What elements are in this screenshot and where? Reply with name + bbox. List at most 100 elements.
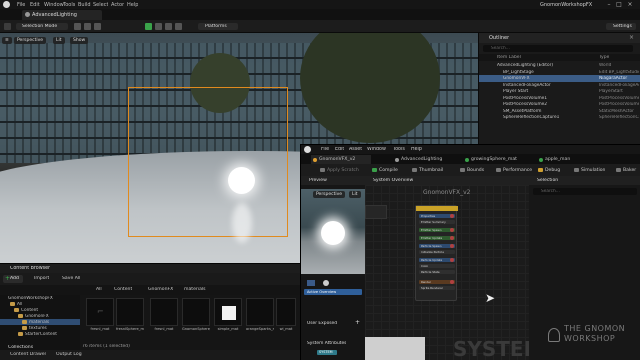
outliner-row[interactable]: SphereReflectionCapture1 SphereReflection… — [479, 114, 640, 121]
breadcrumb-gnomonfx[interactable]: GnomonFX — [148, 287, 173, 292]
node-row[interactable]: Particle State — [419, 270, 455, 274]
output-log-button[interactable]: Output Log — [56, 352, 82, 357]
skip-icon[interactable] — [155, 23, 162, 30]
asset-tile[interactable]: wi_mat — [276, 298, 296, 338]
toggle-icon[interactable] — [450, 236, 454, 240]
glowing-sphere[interactable] — [228, 167, 255, 194]
tree-node[interactable]: StarterContent — [0, 331, 80, 337]
tab-advancedlighting[interactable]: AdvancedLighting — [393, 155, 453, 164]
compile-button[interactable]: Compile — [371, 166, 398, 174]
content-drawer-button[interactable]: Content Drawer — [10, 352, 46, 357]
asset-tile[interactable]: simple_mat — [214, 298, 242, 338]
node-row[interactable]: Emitter Summary — [419, 220, 455, 224]
menu-file[interactable]: File — [17, 2, 25, 8]
niagara-menu-tools[interactable]: Tools — [393, 147, 405, 152]
viewport-menu-icon[interactable]: ≡ — [2, 37, 12, 44]
tab-growingsphere[interactable]: growingSphere_mat — [463, 155, 533, 164]
performance-button[interactable]: Performance — [495, 166, 532, 174]
lit-button[interactable]: Lit — [53, 37, 65, 44]
show-button[interactable]: Show — [70, 37, 89, 44]
selection-search-input[interactable]: Search... — [533, 188, 637, 195]
asset-tile[interactable]: fresnl_mat — [150, 298, 178, 338]
play-icon[interactable] — [145, 23, 152, 30]
toggle-icon[interactable] — [450, 214, 454, 218]
toggle-icon[interactable] — [450, 280, 454, 284]
menu-edit[interactable]: Edit — [30, 2, 40, 8]
toggle-icon[interactable] — [450, 258, 454, 262]
system-graph[interactable]: GnomonVFX_v2 Properties Emitter Summary … — [365, 185, 529, 360]
user-exposed-header[interactable]: User Exposed — [307, 321, 337, 326]
maximize-icon[interactable]: □ — [615, 1, 623, 8]
node-row[interactable]: Color — [419, 264, 455, 268]
niagara-menu-window[interactable]: Window — [367, 147, 386, 152]
selection-mode-button[interactable]: Selection Mode — [16, 23, 68, 30]
menu-help[interactable]: Help — [127, 2, 138, 8]
stop-icon[interactable] — [165, 23, 172, 30]
breadcrumb-content[interactable]: Content — [114, 287, 132, 292]
blueprint-icon[interactable] — [84, 23, 91, 30]
toggle-icon[interactable] — [450, 244, 454, 248]
add-actor-icon[interactable] — [74, 23, 81, 30]
node-row[interactable]: Properties — [419, 214, 455, 218]
outliner-search-input[interactable]: Search... — [483, 45, 633, 52]
apply-scratch-button[interactable]: Apply Scratch — [319, 166, 359, 174]
cinematics-icon[interactable] — [94, 23, 101, 30]
save-icon[interactable] — [4, 23, 11, 30]
preview-perspective-button[interactable]: Perspective — [313, 191, 346, 198]
active-overview-tab[interactable]: Active Overview — [304, 289, 362, 295]
tab-apple-man[interactable]: apple_man — [537, 155, 587, 164]
close-icon[interactable]: × — [629, 34, 634, 41]
menu-actor[interactable]: Actor — [111, 2, 124, 8]
unreal-logo-icon[interactable] — [3, 1, 10, 8]
node-row[interactable]: Particle Spawn — [419, 244, 455, 248]
asset-tile[interactable]: fresnlSphere_mat — [116, 298, 144, 338]
simulation-button[interactable]: Simulation — [573, 166, 605, 174]
asset-tile[interactable]: ⌐ fresnl_mat — [86, 298, 114, 338]
bounds-button[interactable]: Bounds — [459, 166, 484, 174]
system-attributes-header[interactable]: System Attributes — [307, 341, 346, 346]
settings-button[interactable]: Settings — [606, 23, 636, 30]
node-row[interactable]: Particle Update — [419, 258, 455, 262]
add-button[interactable]: Add + — [3, 275, 23, 283]
node-row[interactable]: Render — [419, 280, 455, 284]
menu-select[interactable]: Select — [93, 2, 108, 8]
toggle-icon[interactable] — [450, 228, 454, 232]
preview-viewport[interactable]: Perspective Lit — [301, 189, 365, 274]
debug-button[interactable]: Debug — [537, 166, 560, 174]
emitter-node[interactable]: Properties Emitter Summary Emitter Spawn… — [415, 205, 458, 301]
save-all-button[interactable]: Save All — [62, 276, 80, 281]
asset-tile[interactable]: orangeSparks_mat — [246, 298, 274, 338]
add-parameter-icon[interactable]: + — [355, 319, 360, 326]
import-button[interactable]: Import — [34, 276, 49, 281]
menu-build[interactable]: Build — [78, 2, 91, 8]
column-type[interactable]: Type — [599, 55, 609, 60]
baker-button[interactable]: Baker — [615, 166, 640, 174]
play-options-icon[interactable] — [175, 23, 182, 30]
niagara-menu-edit[interactable]: Edit — [335, 147, 344, 152]
niagara-menu-file[interactable]: File — [321, 147, 329, 152]
tab-level[interactable]: AdvancedLighting — [22, 10, 102, 20]
preview-lit-button[interactable]: Lit — [349, 191, 361, 198]
node-row[interactable]: Sprite Renderer — [419, 286, 455, 290]
niagara-menu-help[interactable]: Help — [411, 147, 422, 152]
parameters-icon[interactable] — [307, 280, 315, 286]
close-icon[interactable]: × — [626, 1, 634, 8]
menu-tools[interactable]: Tools — [63, 2, 75, 8]
breadcrumb-all[interactable]: All — [96, 287, 102, 292]
node-row[interactable]: Initialize Particle — [419, 250, 455, 254]
user-icon[interactable] — [323, 280, 329, 286]
platforms-button[interactable]: Platforms — [198, 23, 238, 30]
column-item-label[interactable]: Item Label — [497, 55, 521, 60]
breadcrumb-materials[interactable]: materials — [184, 287, 206, 292]
perspective-button[interactable]: Perspective — [14, 37, 47, 44]
node-row[interactable]: Emitter Spawn — [419, 228, 455, 232]
menu-window[interactable]: Window — [44, 2, 64, 8]
minimize-icon[interactable]: – — [605, 1, 613, 8]
node-row-label: Emitter Spawn — [421, 228, 442, 232]
asset-tile[interactable]: GnomonSphere_mat — [182, 298, 210, 338]
system-node[interactable] — [365, 205, 387, 219]
thumbnail-button[interactable]: Thumbnail — [411, 166, 443, 174]
node-row[interactable]: Emitter Update — [419, 236, 455, 240]
niagara-menu-asset[interactable]: Asset — [349, 147, 362, 152]
tab-gnomonvfx[interactable]: GnomonVFX_v2 — [311, 155, 371, 164]
